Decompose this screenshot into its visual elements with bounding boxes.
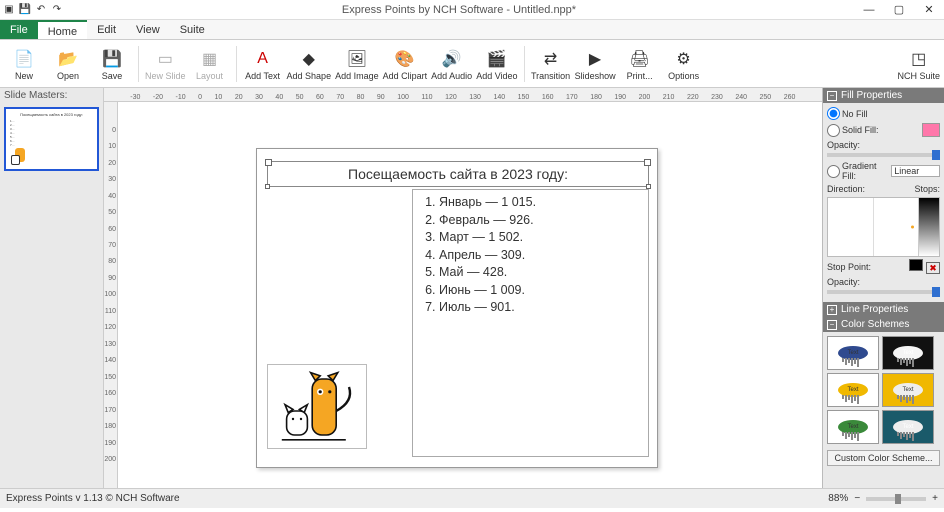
custom-color-scheme-button[interactable]: Custom Color Scheme... <box>827 450 940 466</box>
quick-access-toolbar: ▣ 💾 ↶ ↷ <box>0 3 64 17</box>
slide-thumbnail[interactable]: Посещаемость сайта в 2023 году: 1…2…3…4…… <box>4 107 99 171</box>
text-icon: A <box>257 47 268 71</box>
gradient-editor[interactable] <box>827 197 940 257</box>
separator <box>236 46 237 82</box>
options-button[interactable]: ⚙Options <box>664 42 704 86</box>
status-bar: Express Points v 1.13 © NCH Software 88%… <box>0 488 944 508</box>
color-scheme[interactable]: Text <box>827 336 879 370</box>
color-scheme[interactable]: Text <box>827 373 879 407</box>
add-audio-button[interactable]: 🔊Add Audio <box>431 42 472 86</box>
properties-panel: −Fill Properties No Fill Solid Fill: Opa… <box>822 88 944 488</box>
zoom-slider[interactable] <box>866 497 926 501</box>
print-icon: 🖨 <box>629 47 649 71</box>
dog-cat-clipart <box>277 369 357 445</box>
vertical-ruler: 0102030405060708090100110120130140150160… <box>104 102 118 488</box>
add-clipart-button[interactable]: 🎨Add Clipart <box>383 42 428 86</box>
menu-file[interactable]: File <box>0 20 38 39</box>
gradient-fill-radio[interactable]: Gradient Fill: <box>827 161 891 181</box>
zoom-in-button[interactable]: + <box>932 493 938 504</box>
color-schemes-header[interactable]: −Color Schemes <box>823 317 944 332</box>
color-scheme-grid: TextTextTextTextTextText <box>823 332 944 448</box>
no-fill-radio[interactable]: No Fill <box>827 107 868 120</box>
nch-suite-button[interactable]: ◳NCH Suite <box>897 42 940 86</box>
status-text: Express Points v 1.13 © NCH Software <box>6 493 180 504</box>
close-button[interactable]: ✕ <box>914 1 944 19</box>
stop-color[interactable] <box>909 259 923 271</box>
audio-icon: 🔊 <box>442 47 462 71</box>
horizontal-ruler: -30-20-100102030405060708090100110120130… <box>104 88 822 102</box>
slide-title: Посещаемость сайта в 2023 году: <box>348 166 568 182</box>
body-list: Январь — 1 015.Февраль — 926.Март — 1 50… <box>421 194 640 317</box>
opacity-label: Opacity: <box>827 140 860 150</box>
slideshow-icon: ▶ <box>589 47 601 71</box>
slide-masters-panel: Slide Masters: Посещаемость сайта в 2023… <box>0 88 104 488</box>
line-properties-header[interactable]: +Line Properties <box>823 302 944 317</box>
ribbon-toolbar: 📄New 📂Open 💾Save ▭New Slide ▦Layout AAdd… <box>0 40 944 88</box>
color-scheme[interactable]: Text <box>882 410 934 444</box>
clipart-icon: 🎨 <box>395 47 415 71</box>
separator <box>524 46 525 82</box>
qat-undo-icon[interactable]: ↶ <box>34 3 48 17</box>
add-video-button[interactable]: 🎬Add Video <box>476 42 517 86</box>
options-icon: ⚙ <box>676 47 690 71</box>
new-button[interactable]: 📄New <box>4 42 44 86</box>
minimize-button[interactable]: — <box>854 1 884 19</box>
menu-home[interactable]: Home <box>38 20 87 39</box>
video-icon: 🎬 <box>487 47 507 71</box>
opacity-slider[interactable] <box>827 153 940 157</box>
solid-fill-color[interactable] <box>922 123 940 137</box>
stop-opacity-slider[interactable] <box>827 290 940 294</box>
separator <box>138 46 139 82</box>
layout-icon: ▦ <box>202 47 217 71</box>
layout-button[interactable]: ▦Layout <box>190 42 230 86</box>
color-scheme[interactable]: Text <box>882 336 934 370</box>
window-title: Express Points by NCH Software - Untitle… <box>64 4 854 16</box>
zoom-label: 88% <box>828 493 848 504</box>
clipart-thumb <box>10 147 30 165</box>
slide-canvas[interactable]: -30-20-100102030405060708090100110120130… <box>104 88 822 488</box>
image-icon: 🖼 <box>347 47 367 71</box>
new-slide-icon: ▭ <box>158 47 173 71</box>
transition-icon: ⇄ <box>544 47 557 71</box>
open-icon: 📂 <box>58 47 78 71</box>
fill-properties-header[interactable]: −Fill Properties <box>823 88 944 103</box>
new-slide-button[interactable]: ▭New Slide <box>145 42 186 86</box>
shape-icon: ◆ <box>303 47 315 71</box>
new-icon: 📄 <box>14 47 34 71</box>
print-button[interactable]: 🖨Print... <box>620 42 660 86</box>
zoom-out-button[interactable]: − <box>854 493 860 504</box>
body-textbox[interactable]: Январь — 1 015.Февраль — 926.Март — 1 50… <box>412 189 649 457</box>
qat-save-icon[interactable]: 💾 <box>18 3 32 17</box>
menu-suite[interactable]: Suite <box>170 20 215 39</box>
color-scheme[interactable]: Text <box>882 373 934 407</box>
window-titlebar: ▣ 💾 ↶ ↷ Express Points by NCH Software -… <box>0 0 944 20</box>
add-image-button[interactable]: 🖼Add Image <box>335 42 379 86</box>
menu-view[interactable]: View <box>126 20 170 39</box>
menu-edit[interactable]: Edit <box>87 20 126 39</box>
gradient-type-select[interactable]: Linear <box>891 165 940 177</box>
title-textbox[interactable]: Посещаемость сайта в 2023 году: <box>267 161 649 187</box>
slideshow-button[interactable]: ▶Slideshow <box>575 42 616 86</box>
remove-stop[interactable] <box>926 262 940 274</box>
qat-redo-icon[interactable]: ↷ <box>50 3 64 17</box>
add-shape-button[interactable]: ◆Add Shape <box>287 42 332 86</box>
suite-icon: ◳ <box>911 47 926 71</box>
save-button[interactable]: 💾Save <box>92 42 132 86</box>
color-scheme[interactable]: Text <box>827 410 879 444</box>
slide[interactable]: Посещаемость сайта в 2023 году: Январь —… <box>256 148 658 468</box>
clipart-frame[interactable] <box>267 364 367 449</box>
open-button[interactable]: 📂Open <box>48 42 88 86</box>
app-icon: ▣ <box>2 3 16 17</box>
transition-button[interactable]: ⇄Transition <box>531 42 571 86</box>
solid-fill-radio[interactable]: Solid Fill: <box>827 124 879 137</box>
save-icon: 💾 <box>102 47 122 71</box>
maximize-button[interactable]: ▢ <box>884 1 914 19</box>
add-text-button[interactable]: AAdd Text <box>243 42 283 86</box>
menu-bar: File Home Edit View Suite <box>0 20 944 40</box>
slide-masters-header: Slide Masters: <box>0 88 103 103</box>
